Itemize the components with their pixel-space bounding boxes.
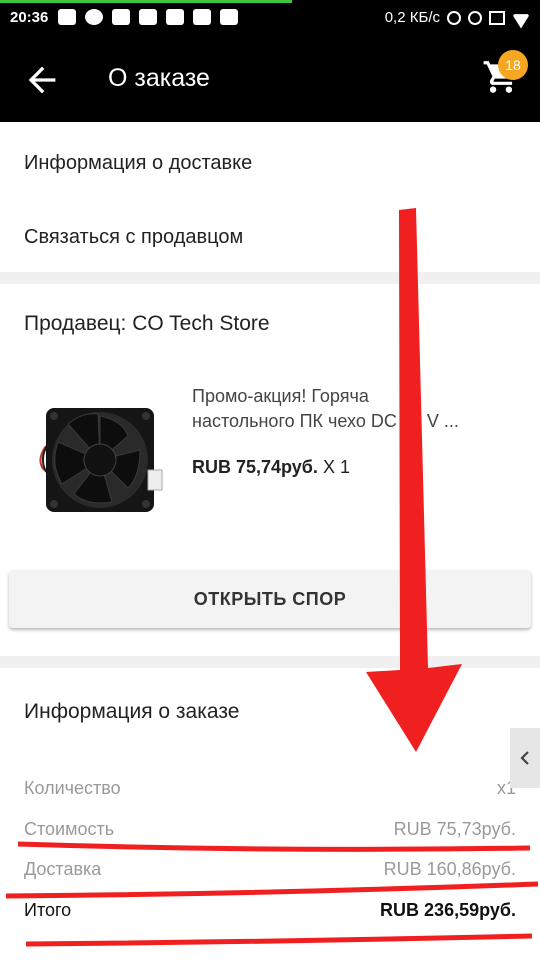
order-row-quantity: Количество x1	[24, 778, 516, 799]
delivery-info-link[interactable]: Информация о доставке	[24, 152, 252, 175]
tools-icon	[58, 9, 76, 25]
notification-icons	[58, 9, 238, 25]
network-speed: 0,2 КБ/с	[384, 9, 440, 26]
order-row-total: Итого RUB 236,59руб.	[24, 900, 516, 921]
product-title-line: настольного ПК чехо DC 12 V ...	[192, 411, 459, 431]
side-drawer-handle[interactable]	[510, 728, 540, 788]
open-dispute-button[interactable]: ОТКРЫТЬ СПОР	[9, 570, 531, 628]
row-value: RUB 160,86руб.	[383, 859, 516, 879]
chevron-left-icon	[520, 751, 529, 765]
youtube-icon	[112, 9, 130, 25]
alarm-icon	[468, 10, 482, 25]
product-image[interactable]	[36, 400, 166, 520]
status-right: 0,2 КБ/с	[385, 9, 530, 26]
row-value: RUB 75,73руб.	[393, 819, 516, 839]
product-price-row: RUB 75,74руб. X 1	[192, 457, 350, 478]
order-row-shipping: Доставка RUB 160,86руб.	[24, 859, 516, 880]
product-title[interactable]: Промо-акция! Горяча настольного ПК чехо …	[192, 384, 522, 434]
seller-name[interactable]: Продавец: CO Tech Store	[24, 312, 270, 336]
order-info-card: Информация о заказе Количество x1 Стоимо…	[0, 668, 540, 960]
vr-icon	[193, 9, 211, 25]
order-info-title: Информация о заказе	[24, 700, 240, 723]
order-row-cost: Стоимость RUB 75,73руб.	[24, 819, 516, 840]
row-label: Количество	[24, 778, 121, 798]
product-card: Продавец: CO Tech Store Промо-акция! Гор…	[0, 284, 540, 656]
back-button[interactable]	[22, 60, 62, 100]
youtube-icon	[166, 9, 184, 25]
contact-seller-link[interactable]: Связаться с продавцом	[24, 226, 243, 249]
wifi-icon	[512, 11, 530, 25]
row-value: RUB 236,59руб.	[380, 900, 516, 920]
page-title: О заказе	[108, 64, 210, 92]
sim-icon	[489, 10, 505, 25]
row-label: Итого	[24, 900, 72, 920]
status-bar: 20:36 0,2 КБ/с	[0, 0, 540, 36]
page-load-progress	[0, 0, 292, 3]
sync-icon	[447, 10, 461, 25]
arrow-left-icon	[28, 66, 56, 94]
app-icon	[85, 9, 103, 25]
product-quantity: X 1	[322, 457, 350, 477]
youtube-icon	[220, 9, 238, 25]
product-title-line: Промо-акция! Горяча	[192, 386, 369, 406]
product-price: RUB 75,74руб.	[192, 457, 318, 477]
row-label: Стоимость	[24, 819, 115, 839]
app-bar: О заказе 18	[0, 36, 540, 122]
status-time: 20:36	[10, 9, 49, 26]
row-label: Доставка	[24, 859, 102, 879]
youtube-icon	[139, 9, 157, 25]
links-card: Информация о доставке Связаться с продав…	[0, 122, 540, 272]
cart-count-badge: 18	[498, 50, 528, 80]
